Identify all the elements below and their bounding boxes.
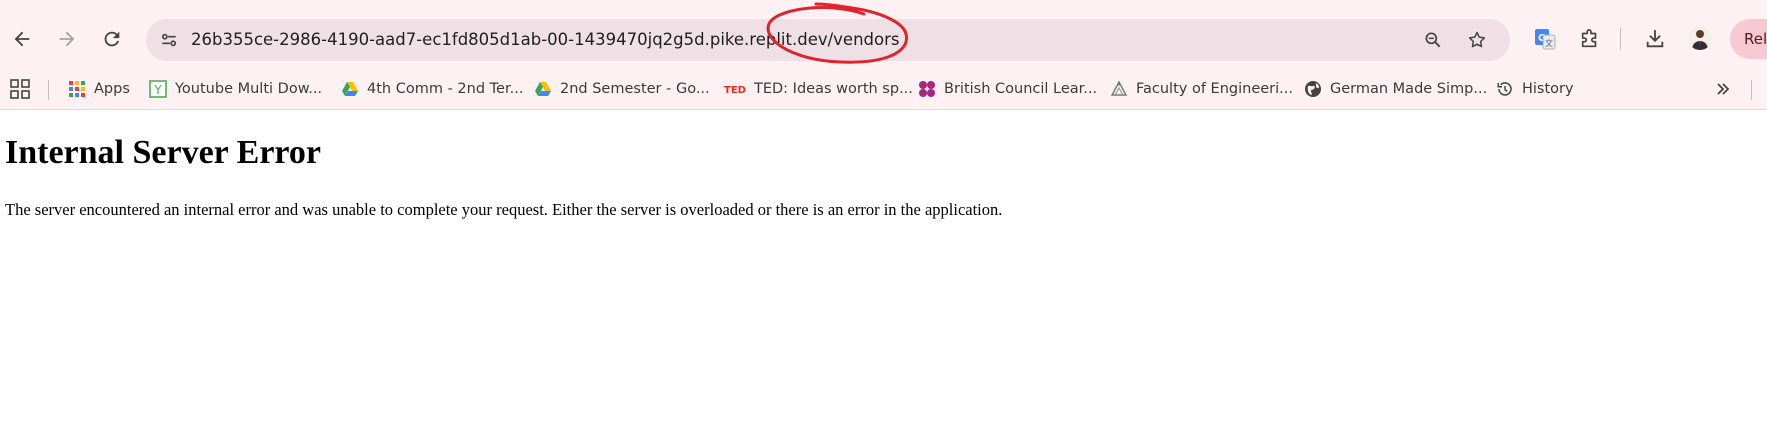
apps-grid-icon: [68, 80, 86, 98]
download-icon: [1646, 29, 1664, 48]
avatar-icon: [1688, 26, 1712, 50]
bookmark-ted[interactable]: TED TED: Ideas worth sp...: [724, 75, 913, 103]
page-content: Internal Server Error The server encount…: [0, 110, 1767, 440]
error-message: The server encountered an internal error…: [5, 200, 1003, 219]
bookmark-4th-comm[interactable]: 4th Comm - 2nd Ter...: [341, 75, 523, 103]
forward-arrow-icon: [59, 31, 75, 47]
puzzle-icon: [1581, 29, 1597, 48]
svg-text:TED: TED: [724, 85, 746, 95]
relaunch-button[interactable]: Rela: [1730, 19, 1767, 59]
extensions-button[interactable]: [1573, 22, 1607, 56]
svg-text:文: 文: [1545, 38, 1553, 48]
bookmark-label: TED: Ideas worth sp...: [754, 81, 913, 97]
bookmarks-bar: Apps Y Youtube Multi Dow... 4th Comm - 2…: [0, 72, 1767, 106]
bookmark-apps[interactable]: Apps: [68, 75, 130, 103]
google-drive-icon: [341, 80, 359, 98]
apps-grid-outline-icon: [10, 79, 30, 99]
ted-icon: TED: [724, 80, 746, 98]
zoom-button[interactable]: [1418, 25, 1448, 55]
bookmark-german-made-simple[interactable]: German Made Simp...: [1304, 75, 1487, 103]
svg-text:Y: Y: [153, 83, 162, 97]
bookmark-label: 4th Comm - 2nd Ter...: [367, 81, 524, 97]
translate-icon: G 文: [1535, 29, 1556, 50]
toolbar-separator: [1620, 28, 1621, 50]
back-arrow-icon: [14, 31, 30, 47]
bookmark-label: British Council Lear...: [944, 81, 1098, 97]
bookmark-label: Youtube Multi Dow...: [175, 81, 323, 97]
faculty-icon: [1110, 80, 1128, 98]
history-icon: [1496, 80, 1514, 98]
forward-button[interactable]: [48, 20, 86, 58]
back-button[interactable]: [3, 20, 41, 58]
bookmark-star-button[interactable]: [1462, 25, 1492, 55]
profile-avatar[interactable]: [1688, 26, 1712, 50]
bookmark-label: Apps: [94, 81, 130, 97]
tune-icon: [161, 33, 177, 47]
british-council-icon: [918, 80, 936, 98]
bookmark-faculty-engineering[interactable]: Faculty of Engineeri...: [1110, 75, 1293, 103]
double-chevron-right-icon: [1717, 83, 1730, 95]
address-url[interactable]: 26b355ce-2986-4190-aad7-ec1fd805d1ab-00-…: [191, 19, 900, 61]
downloads-button[interactable]: [1638, 22, 1672, 56]
all-apps-button[interactable]: [8, 78, 32, 100]
translate-button[interactable]: G 文: [1528, 22, 1562, 56]
browser-toolbar: 26b355ce-2986-4190-aad7-ec1fd805d1ab-00-…: [0, 0, 1767, 78]
star-icon: [1468, 31, 1486, 48]
google-drive-icon: [534, 80, 552, 98]
site-info-button[interactable]: [154, 25, 184, 55]
y-box-icon: Y: [149, 80, 167, 98]
more-bookmarks-button[interactable]: [1710, 76, 1736, 102]
bookmark-british-council[interactable]: British Council Lear...: [918, 75, 1097, 103]
bookmark-label: 2nd Semester - Go...: [560, 81, 710, 97]
browser-chrome: 26b355ce-2986-4190-aad7-ec1fd805d1ab-00-…: [0, 0, 1767, 110]
bookmark-label: Faculty of Engineeri...: [1136, 81, 1293, 97]
reload-icon: [104, 31, 120, 47]
bookmarks-separator: [48, 80, 49, 100]
bookmark-label: German Made Simp...: [1330, 81, 1488, 97]
bookmark-youtube-multi[interactable]: Y Youtube Multi Dow...: [149, 75, 322, 103]
bookmark-2nd-semester[interactable]: 2nd Semester - Go...: [534, 75, 710, 103]
reload-button[interactable]: [93, 20, 131, 58]
globe-icon: [1304, 80, 1322, 98]
zoom-icon: [1425, 32, 1441, 48]
page-title: Internal Server Error: [5, 134, 321, 171]
bookmarks-end-separator: [1751, 80, 1752, 100]
bookmark-label: History: [1522, 81, 1574, 97]
address-bar[interactable]: 26b355ce-2986-4190-aad7-ec1fd805d1ab-00-…: [146, 19, 1510, 61]
bookmark-history[interactable]: History: [1496, 75, 1574, 103]
